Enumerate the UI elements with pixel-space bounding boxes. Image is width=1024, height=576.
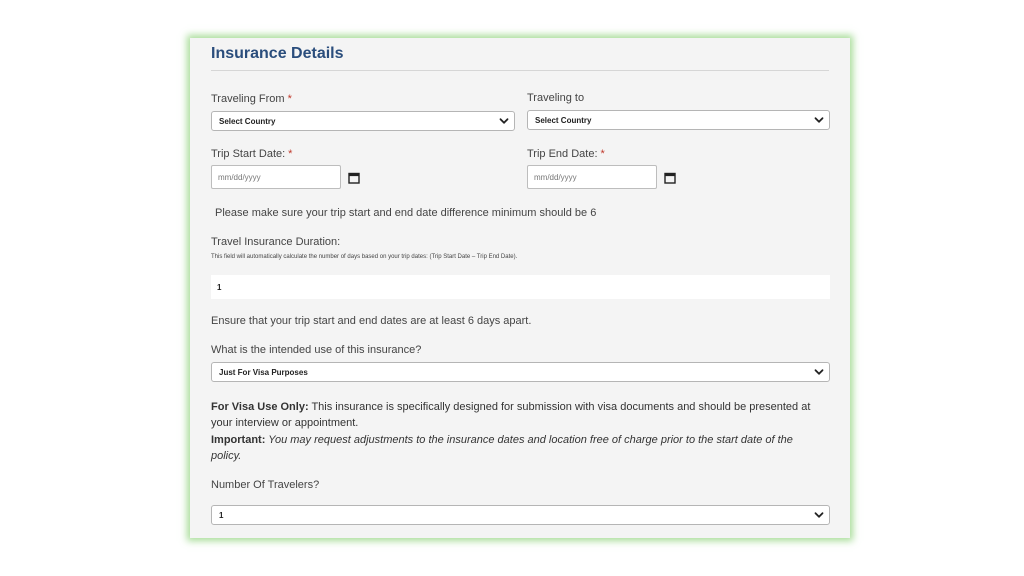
duration-help-text: This field will automatically calculate … <box>211 254 518 260</box>
trip-end-placeholder: mm/dd/yyyy <box>534 172 577 182</box>
date-difference-note: Please make sure your trip start and end… <box>215 207 597 219</box>
traveling-from-value: Select Country <box>219 116 276 126</box>
traveling-to-value: Select Country <box>535 115 592 125</box>
traveling-from-select[interactable]: Select Country <box>211 111 515 131</box>
trip-end-label: Trip End Date: * <box>527 148 605 160</box>
trip-end-date-input[interactable]: mm/dd/yyyy <box>527 165 657 189</box>
intended-use-value: Just For Visa Purposes <box>219 367 308 377</box>
traveling-to-select[interactable]: Select Country <box>527 110 830 130</box>
duration-value: 1 <box>217 282 222 292</box>
section-title: Insurance Details <box>211 45 344 62</box>
visa-info-paragraph: For Visa Use Only: This insurance is spe… <box>211 399 823 464</box>
insurance-details-card: Insurance Details Traveling From * Select… <box>190 38 850 538</box>
chevron-down-icon <box>497 114 511 128</box>
trip-start-label: Trip Start Date: * <box>211 148 292 160</box>
important-heading: Important: <box>211 433 266 446</box>
important-text: You may request adjustments to the insur… <box>211 433 793 462</box>
required-mark: * <box>287 93 292 105</box>
title-divider <box>211 70 829 71</box>
dates-apart-note: Ensure that your trip start and end date… <box>211 315 532 327</box>
traveling-from-label: Traveling From * <box>211 93 292 105</box>
trip-start-date-input[interactable]: mm/dd/yyyy <box>211 165 341 189</box>
intended-use-label: What is the intended use of this insuran… <box>211 344 422 356</box>
required-mark: * <box>600 148 605 160</box>
chevron-down-icon <box>812 508 826 522</box>
chevron-down-icon <box>812 113 826 127</box>
traveling-to-label: Traveling to <box>527 92 585 104</box>
intended-use-select[interactable]: Just For Visa Purposes <box>211 362 830 382</box>
travelers-value: 1 <box>219 510 224 520</box>
travelers-label: Number Of Travelers? <box>211 479 320 491</box>
travelers-select[interactable]: 1 <box>211 505 830 525</box>
chevron-down-icon <box>812 365 826 379</box>
trip-start-placeholder: mm/dd/yyyy <box>218 172 261 182</box>
trip-end-label-text: Trip End Date: <box>527 148 598 160</box>
calendar-icon[interactable] <box>664 172 676 184</box>
duration-label: Travel Insurance Duration: <box>211 236 341 248</box>
traveling-from-label-text: Traveling From <box>211 93 285 105</box>
duration-field: 1 <box>211 275 830 299</box>
calendar-icon[interactable] <box>348 172 360 184</box>
visa-use-heading: For Visa Use Only: <box>211 401 309 413</box>
trip-start-label-text: Trip Start Date: <box>211 148 286 160</box>
required-mark: * <box>288 148 293 160</box>
